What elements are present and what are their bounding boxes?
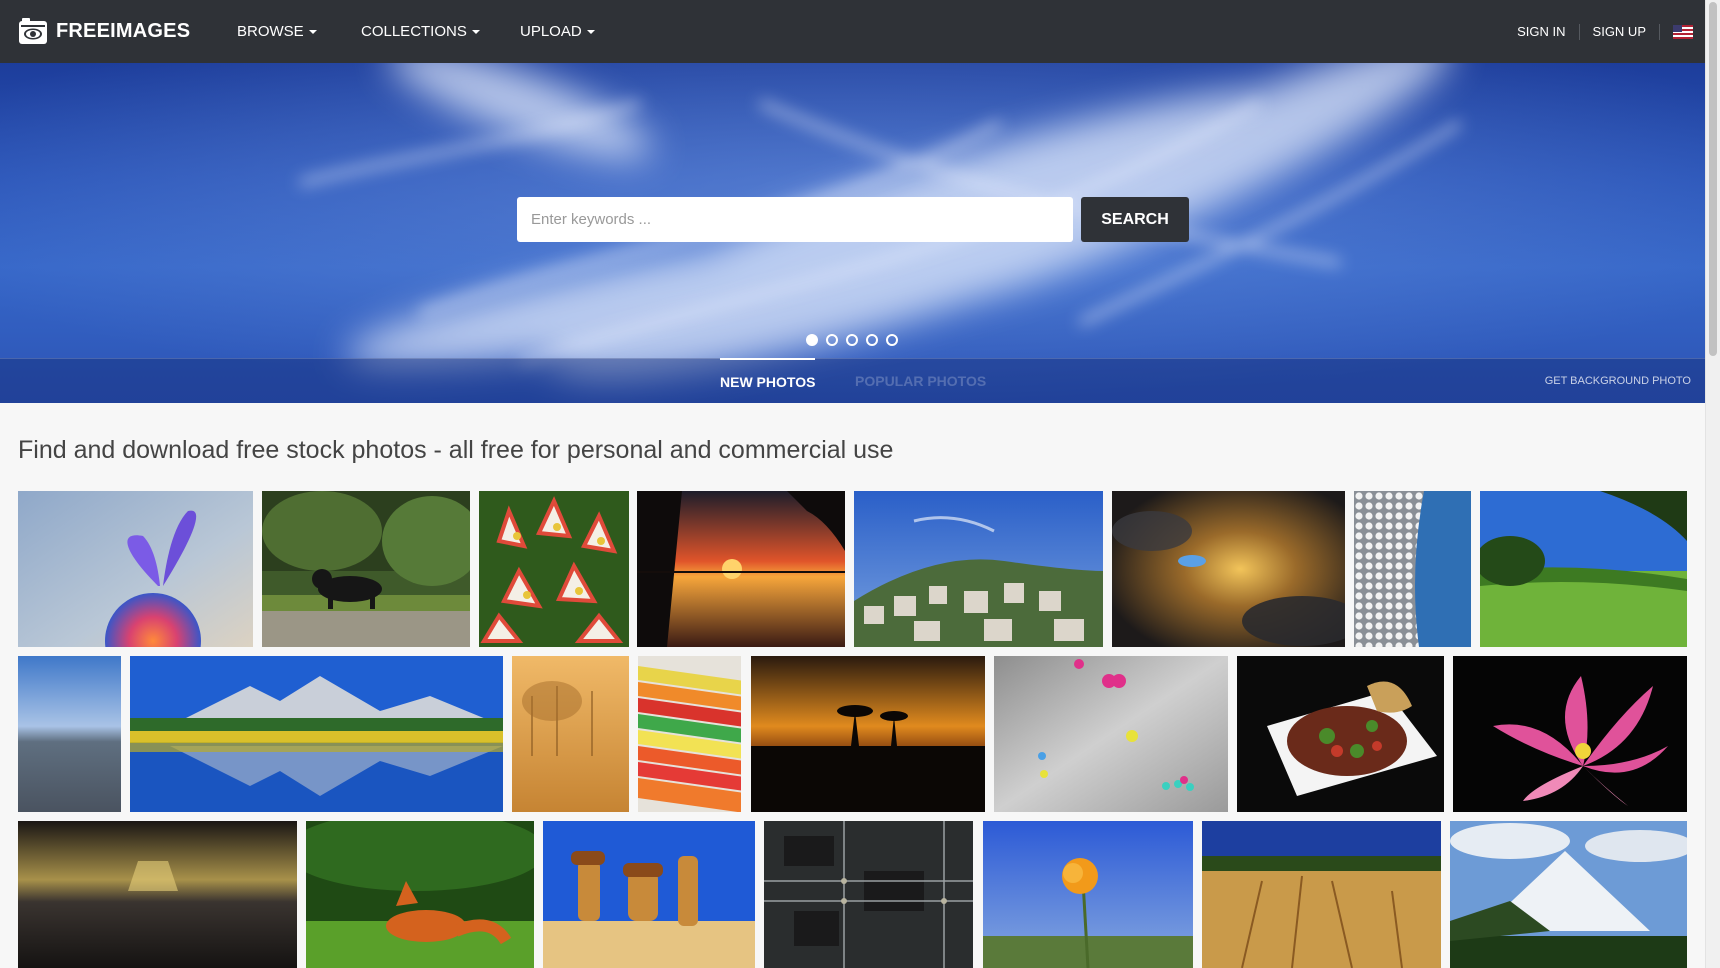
photo-thumbnail-salad-plate[interactable] [1237,656,1444,812]
photo-thumbnail-desert-rocks[interactable] [543,821,755,968]
photo-thumbnail-balloons[interactable] [994,656,1228,812]
photo-thumbnail-tulips[interactable] [479,491,629,647]
photo-thumbnail-aerial-city[interactable] [18,656,121,812]
sign-in-link[interactable]: SIGN IN [1504,24,1578,39]
get-background-photo-link[interactable]: GET BACKGROUND PHOTO [1545,359,1691,403]
camera-eye-icon [19,18,47,44]
nav-divider [1659,23,1660,40]
caret-down-icon [308,29,317,34]
browse-label: BROWSE [237,23,304,40]
brand-name: FREEIMAGES [56,19,191,42]
collections-label: COLLECTIONS [361,23,467,40]
carousel-dot[interactable] [826,334,838,346]
site-logo[interactable]: FREEIMAGES [18,16,190,46]
photo-thumbnail-stormy-sea[interactable] [18,821,297,968]
photo-thumbnail-green-field[interactable] [1480,491,1687,647]
photo-thumbnail-red-fox[interactable] [306,821,534,968]
photo-thumbnail-butterfly[interactable] [18,491,253,647]
tab-new-photos[interactable]: NEW PHOTOS [720,358,816,403]
upload-label: UPLOAD [520,23,582,40]
browse-menu[interactable]: BROWSE [237,0,317,63]
carousel-dot[interactable] [886,334,898,346]
carousel-dot[interactable] [846,334,858,346]
photo-thumbnail-dotted-facade[interactable] [1354,491,1471,647]
carousel-dot[interactable] [866,334,878,346]
caret-down-icon [586,29,595,34]
upload-menu[interactable]: UPLOAD [520,0,595,63]
photo-thumbnail-lotus-flower[interactable] [1453,656,1687,812]
photo-thumbnail-palm-sunset[interactable] [751,656,985,812]
photo-thumbnail-hillside-town[interactable] [854,491,1103,647]
search-button[interactable]: SEARCH [1081,197,1189,242]
hero-banner: SEARCH NEW PHOTOS POPULAR PHOTOS GET BAC… [0,63,1705,403]
page-scrollbar[interactable] [1705,0,1720,968]
photo-tabs-bar: NEW PHOTOS POPULAR PHOTOS GET BACKGROUND… [0,358,1705,403]
photo-thumbnail-circuit-board[interactable] [764,821,973,968]
search-input[interactable] [517,197,1073,242]
carousel-dot[interactable] [806,334,818,346]
top-navbar: FREEIMAGES BROWSE COLLECTIONS UPLOAD SIG… [0,0,1705,63]
page-tagline: Find and download free stock photos - al… [18,436,894,464]
photo-thumbnail-colored-paper[interactable] [638,656,741,812]
photo-thumbnail-wheat-field[interactable] [1202,821,1441,968]
account-links: SIGN IN SIGN UP [1504,0,1705,63]
us-flag-icon[interactable] [1673,24,1693,39]
sign-up-link[interactable]: SIGN UP [1580,24,1659,39]
photo-thumbnail-sunset-lake[interactable] [637,491,845,647]
carousel-indicators [806,334,906,346]
collections-menu[interactable]: COLLECTIONS [361,0,480,63]
photo-thumbnail-storm-clouds[interactable] [1112,491,1345,647]
caret-down-icon [471,29,480,34]
photo-thumbnail-black-cat[interactable] [262,491,470,647]
tab-popular-photos[interactable]: POPULAR PHOTOS [855,359,986,403]
photo-thumbnail-orange-poppy[interactable] [983,821,1193,968]
photo-thumbnail-mountain-lake[interactable] [130,656,503,812]
scrollbar-thumb[interactable] [1709,2,1717,356]
photo-thumbnail-misty-trees[interactable] [512,656,629,812]
photo-thumbnail-snowy-mountain[interactable] [1450,821,1687,968]
